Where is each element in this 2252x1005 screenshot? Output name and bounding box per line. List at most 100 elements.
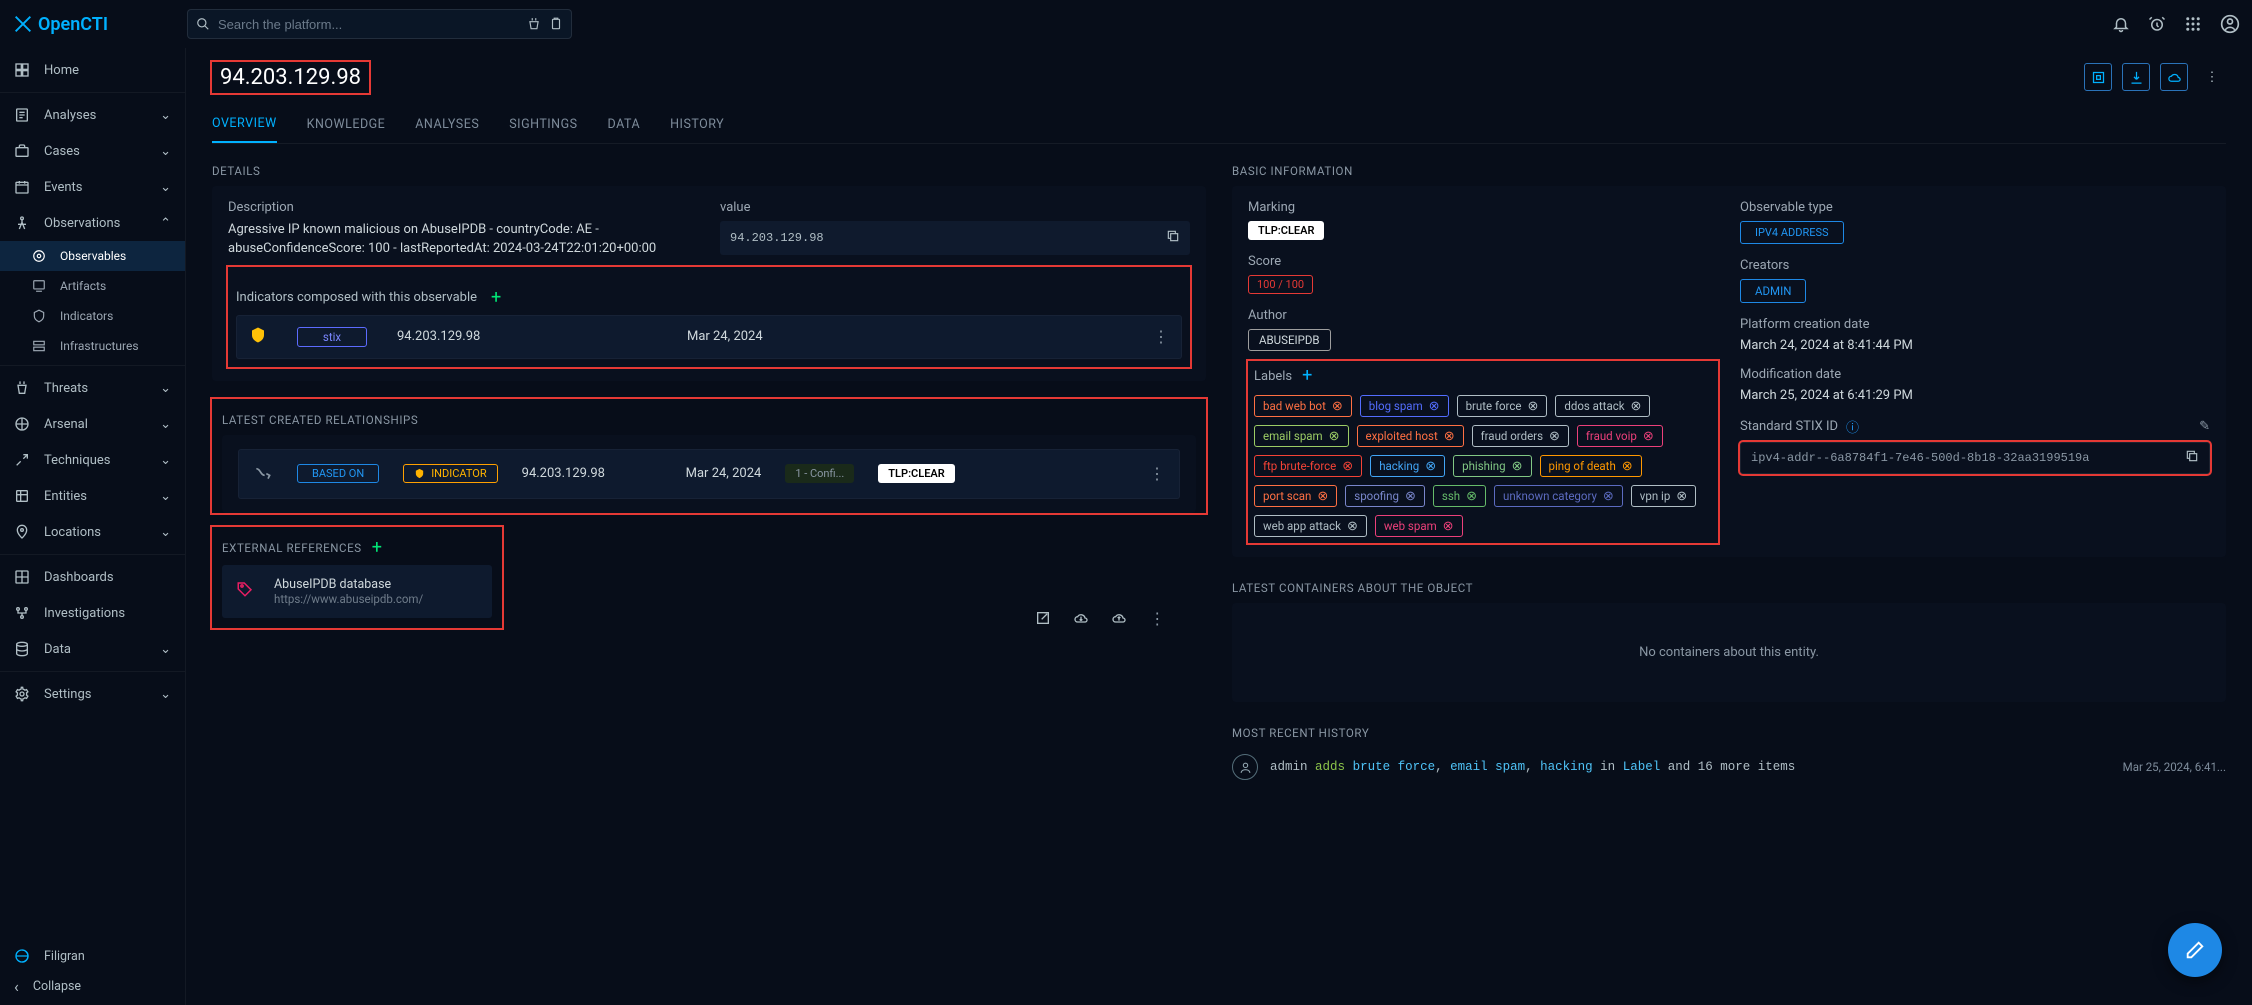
sidebar-artifacts[interactable]: Artifacts [0,271,185,301]
sidebar-threats[interactable]: Threats⌄ [0,370,185,406]
sidebar-settings[interactable]: Settings⌄ [0,676,185,712]
chevron-down-icon: ⌄ [160,144,171,159]
sidebar-infrastructures[interactable]: Infrastructures [0,331,185,361]
add-label-button[interactable]: + [1302,367,1312,385]
remove-label-icon[interactable]: ⊗ [1549,430,1560,443]
remove-label-icon[interactable]: ⊗ [1405,490,1416,503]
remove-label-icon[interactable]: ⊗ [1676,490,1687,503]
copy-icon[interactable] [2185,449,2199,467]
ext-ref-row[interactable]: AbuseIPDB database https://www.abuseipdb… [222,565,492,618]
label-tag[interactable]: ftp brute-force⊗ [1254,455,1362,477]
row-more-icon[interactable]: ⋮ [1153,327,1169,346]
sidebar-observables[interactable]: Observables [0,241,185,271]
sidebar-arsenal[interactable]: Arsenal⌄ [0,406,185,442]
remove-label-icon[interactable]: ⊗ [1631,400,1642,413]
details-panel: Description Agressive IP known malicious… [212,186,1206,381]
label-tag[interactable]: web spam⊗ [1375,515,1463,537]
sidebar-analyses[interactable]: Analyses⌄ [0,97,185,133]
remove-label-icon[interactable]: ⊗ [1622,460,1633,473]
app-logo[interactable]: OpenCTI [12,13,187,35]
remove-label-icon[interactable]: ⊗ [1429,400,1440,413]
sidebar-filigran[interactable]: Filigran [0,941,185,971]
edit-fab[interactable] [2168,923,2222,977]
ext-title: AbuseIPDB database [274,577,423,592]
label-tag[interactable]: brute force⊗ [1457,395,1548,417]
remove-label-icon[interactable]: ⊗ [1329,430,1340,443]
remove-label-icon[interactable]: ⊗ [1643,430,1654,443]
remove-label-icon[interactable]: ⊗ [1443,520,1454,533]
remove-label-icon[interactable]: ⊗ [1512,460,1523,473]
notifications-icon[interactable] [2112,15,2130,33]
tab-sightings[interactable]: SIGHTINGS [509,106,577,143]
relationship-row[interactable]: BASED ON INDICATOR 94.203.129.98 Mar 24,… [238,449,1180,499]
label-tag[interactable]: fraud orders⊗ [1472,425,1569,447]
sidebar-dashboards[interactable]: Dashboards [0,559,185,595]
tab-overview[interactable]: OVERVIEW [212,106,277,143]
label-tag[interactable]: email spam⊗ [1254,425,1349,447]
workbench-icon[interactable] [527,17,541,31]
description-label: Description [228,200,698,215]
remove-label-icon[interactable]: ⊗ [1466,490,1477,503]
row-more-icon[interactable]: ⋮ [1149,609,1165,628]
cloud-down-icon[interactable] [1073,610,1089,626]
edit-icon[interactable]: ✎ [2199,419,2210,434]
search-input[interactable] [218,17,519,32]
label-tag[interactable]: web app attack⊗ [1254,515,1367,537]
label-tag[interactable]: bad web bot⊗ [1254,395,1352,417]
more-icon[interactable]: ⋮ [2198,63,2226,91]
sidebar-locations[interactable]: Locations⌄ [0,514,185,550]
label-tag[interactable]: vpn ip⊗ [1631,485,1696,507]
sidebar-data[interactable]: Data⌄ [0,631,185,667]
label-tag[interactable]: unknown category⊗ [1494,485,1623,507]
sidebar-entities[interactable]: Entities⌄ [0,478,185,514]
info-icon[interactable]: ⓘ [1846,417,1859,436]
sidebar-events[interactable]: Events⌄ [0,169,185,205]
label-tag[interactable]: fraud voip⊗ [1577,425,1663,447]
label-tag[interactable]: ddos attack⊗ [1555,395,1650,417]
remove-label-icon[interactable]: ⊗ [1342,460,1353,473]
remove-label-icon[interactable]: ⊗ [1317,490,1328,503]
indicator-row[interactable]: stix 94.203.129.98 Mar 24, 2024 ⋮ [236,315,1182,359]
tab-history[interactable]: HISTORY [670,106,724,143]
sidebar-indicators[interactable]: Indicators [0,301,185,331]
paste-icon[interactable] [549,17,563,31]
sidebar-collapse[interactable]: ‹Collapse [0,971,185,1001]
open-icon[interactable] [1035,610,1051,626]
copy-icon[interactable] [1166,229,1180,247]
label-tag[interactable]: ssh⊗ [1433,485,1486,507]
download-icon[interactable] [2122,63,2150,91]
tab-analyses[interactable]: ANALYSES [415,106,479,143]
sidebar-observations[interactable]: Observations⌃ [0,205,185,241]
sidebar-techniques[interactable]: Techniques⌄ [0,442,185,478]
creators-chip[interactable]: ADMIN [1740,279,1806,303]
label-tag[interactable]: hacking⊗ [1370,455,1445,477]
search-box[interactable] [187,9,572,39]
add-ext-ref-button[interactable]: + [372,539,383,557]
remove-label-icon[interactable]: ⊗ [1347,520,1358,533]
cloud-icon[interactable] [2160,63,2188,91]
sidebar-home[interactable]: Home [0,52,185,88]
label-tag[interactable]: exploited host⊗ [1357,425,1464,447]
remove-label-icon[interactable]: ⊗ [1527,400,1538,413]
alarm-icon[interactable] [2148,15,2166,33]
add-indicator-button[interactable]: + [491,289,501,307]
label-tag[interactable]: port scan⊗ [1254,485,1337,507]
enrich-icon[interactable] [2084,63,2112,91]
remove-label-icon[interactable]: ⊗ [1603,490,1614,503]
label-tag[interactable]: spoofing⊗ [1345,485,1425,507]
remove-label-icon[interactable]: ⊗ [1332,400,1343,413]
cloud-up-icon[interactable] [1111,610,1127,626]
remove-label-icon[interactable]: ⊗ [1425,460,1436,473]
tab-data[interactable]: DATA [608,106,641,143]
label-tag[interactable]: blog spam⊗ [1360,395,1449,417]
remove-label-icon[interactable]: ⊗ [1444,430,1455,443]
label-tag[interactable]: ping of death⊗ [1540,455,1642,477]
label-tag[interactable]: phishing⊗ [1453,455,1531,477]
account-icon[interactable] [2220,14,2240,34]
sidebar-cases[interactable]: Cases⌄ [0,133,185,169]
row-more-icon[interactable]: ⋮ [1149,464,1165,483]
author-chip[interactable]: ABUSEIPDB [1248,329,1331,351]
apps-icon[interactable] [2184,15,2202,33]
tab-knowledge[interactable]: KNOWLEDGE [307,106,386,143]
sidebar-investigations[interactable]: Investigations [0,595,185,631]
